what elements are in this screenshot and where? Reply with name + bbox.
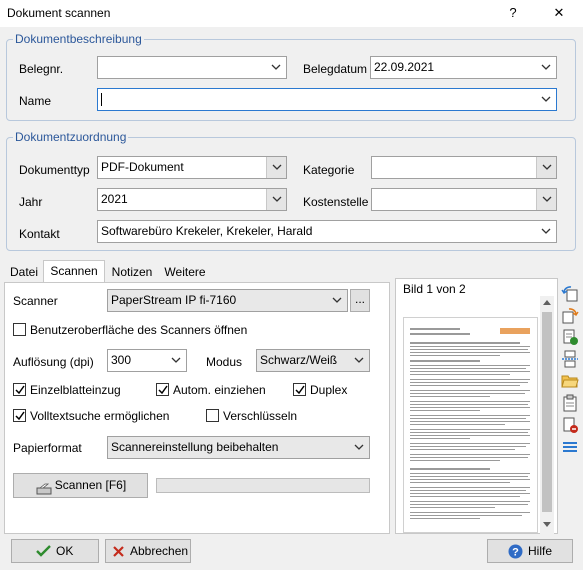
menu-lines-icon[interactable] (561, 438, 579, 456)
paper-combo[interactable]: Scannereinstellung beibehalten (107, 436, 370, 459)
belegdatum-picker[interactable]: 22.09.2021 (370, 56, 557, 79)
duplex-label: Duplex (310, 383, 348, 397)
auto-feed-label: Autom. einziehen (173, 383, 266, 397)
help-button-label: Hilfe (528, 544, 553, 558)
delete-page-icon[interactable] (561, 416, 579, 434)
belegnr-combo[interactable] (97, 56, 287, 79)
kostenstelle-combo[interactable] (371, 188, 557, 211)
page-add-icon[interactable] (561, 328, 579, 346)
scrollbar-thumb[interactable] (542, 312, 552, 512)
encrypt-checkbox[interactable] (206, 409, 219, 422)
mode-value: Schwarz/Weiß (260, 353, 338, 367)
rotate-right-icon[interactable] (561, 306, 579, 324)
jahr-label: Jahr (19, 195, 43, 209)
tab-scannen[interactable]: Scannen (43, 260, 105, 283)
tab-notizen[interactable]: Notizen (107, 262, 157, 282)
scanner-combo[interactable]: PaperStream IP fi-7160 (107, 289, 348, 312)
scanner-icon (36, 480, 52, 503)
help-button[interactable]: ? Hilfe (487, 539, 573, 563)
chevron-down-icon[interactable] (266, 157, 286, 178)
text-cursor (101, 93, 102, 106)
paper-value: Scannereinstellung beibehalten (111, 440, 279, 454)
scanner-label: Scanner (13, 294, 58, 308)
chevron-down-icon[interactable] (266, 57, 286, 78)
svg-text:?: ? (512, 547, 519, 559)
kategorie-label: Kategorie (303, 163, 355, 177)
scanner-browse-button[interactable]: ... (350, 289, 370, 312)
chevron-down-icon[interactable] (166, 350, 186, 371)
encrypt-label: Verschlüsseln (223, 409, 298, 423)
preview-thumbnail[interactable] (403, 317, 538, 533)
cancel-x-icon (113, 546, 124, 557)
description-legend: Dokumentbeschreibung (13, 32, 144, 46)
kontakt-combo[interactable]: Softwarebüro Krekeler, Krekeler, Harald (97, 220, 557, 243)
jahr-combo[interactable]: 2021 (97, 188, 287, 211)
doctype-value: PDF-Dokument (101, 160, 184, 174)
resolution-value: 300 (111, 353, 132, 367)
scan-button-label: Scannen [F6] (54, 478, 127, 492)
duplex-checkbox[interactable] (293, 383, 306, 396)
fulltext-label: Volltextsuche ermöglichen (30, 409, 170, 423)
window-title: Dokument scannen (7, 6, 111, 20)
help-title-button[interactable]: ? (498, 3, 528, 23)
belegdatum-value: 22.09.2021 (374, 60, 435, 74)
mode-label: Modus (206, 355, 243, 369)
tab-datei[interactable]: Datei (6, 262, 42, 282)
auto-feed-checkbox[interactable] (156, 383, 169, 396)
name-combo[interactable] (97, 88, 557, 111)
single-feed-label: Einzelblatteinzug (30, 383, 121, 397)
document-page-image (404, 318, 537, 532)
clipboard-icon[interactable] (561, 394, 579, 412)
ui-checkbox[interactable] (13, 323, 26, 336)
scanner-value: PaperStream IP fi-7160 (111, 293, 237, 307)
assignment-legend: Dokumentzuordnung (13, 130, 129, 144)
tab-weitere[interactable]: Weitere (160, 262, 210, 282)
chevron-down-icon[interactable] (536, 57, 556, 78)
ui-checkbox-label: Benutzeroberfläche des Scanners öffnen (30, 323, 248, 337)
chevron-down-icon[interactable] (536, 189, 556, 210)
check-icon (36, 545, 51, 557)
resolution-label: Auflösung (dpi) (13, 355, 94, 369)
preview-page-label: Bild 1 von 2 (403, 282, 466, 296)
chevron-down-icon[interactable] (349, 437, 369, 458)
doctype-label: Dokumenttyp (19, 163, 90, 177)
belegdatum-label: Belegdatum (303, 62, 368, 76)
scan-button[interactable]: Scannen [F6] (13, 473, 148, 498)
rotate-left-icon[interactable] (561, 284, 579, 302)
preview-scrollbar[interactable] (540, 296, 554, 534)
ok-button[interactable]: OK (11, 539, 99, 563)
paper-label: Papierformat (13, 441, 82, 455)
chevron-down-icon[interactable] (266, 189, 286, 210)
close-button[interactable]: ✕ (544, 3, 574, 23)
kostenstelle-label: Kostenstelle (303, 195, 369, 209)
cancel-button-label: Abbrechen (130, 544, 189, 558)
jahr-value: 2021 (101, 192, 128, 206)
help-icon: ? (508, 544, 523, 559)
folder-open-icon[interactable] (561, 372, 579, 390)
chevron-down-icon[interactable] (536, 221, 556, 242)
mode-combo[interactable]: Schwarz/Weiß (256, 349, 370, 372)
split-page-icon[interactable] (561, 350, 579, 368)
chevron-down-icon[interactable] (536, 89, 556, 110)
scroll-up-icon[interactable] (543, 300, 551, 305)
kontakt-value: Softwarebüro Krekeler, Krekeler, Harald (101, 224, 313, 238)
kategorie-combo[interactable] (371, 156, 557, 179)
ok-button-label: OK (56, 544, 74, 558)
fulltext-checkbox[interactable] (13, 409, 26, 422)
belegnr-label: Belegnr. (19, 62, 64, 76)
doctype-combo[interactable]: PDF-Dokument (97, 156, 287, 179)
single-feed-checkbox[interactable] (13, 383, 26, 396)
title-bar: Dokument scannen ? ✕ (0, 0, 583, 27)
cancel-button[interactable]: Abbrechen (105, 539, 191, 563)
resolution-combo[interactable]: 300 (107, 349, 187, 372)
scroll-down-icon[interactable] (543, 522, 551, 527)
chevron-down-icon[interactable] (536, 157, 556, 178)
scan-progress-bar (156, 478, 370, 493)
chevron-down-icon[interactable] (327, 290, 347, 311)
kontakt-label: Kontakt (19, 227, 60, 241)
name-label: Name (19, 94, 52, 108)
chevron-down-icon[interactable] (349, 350, 369, 371)
